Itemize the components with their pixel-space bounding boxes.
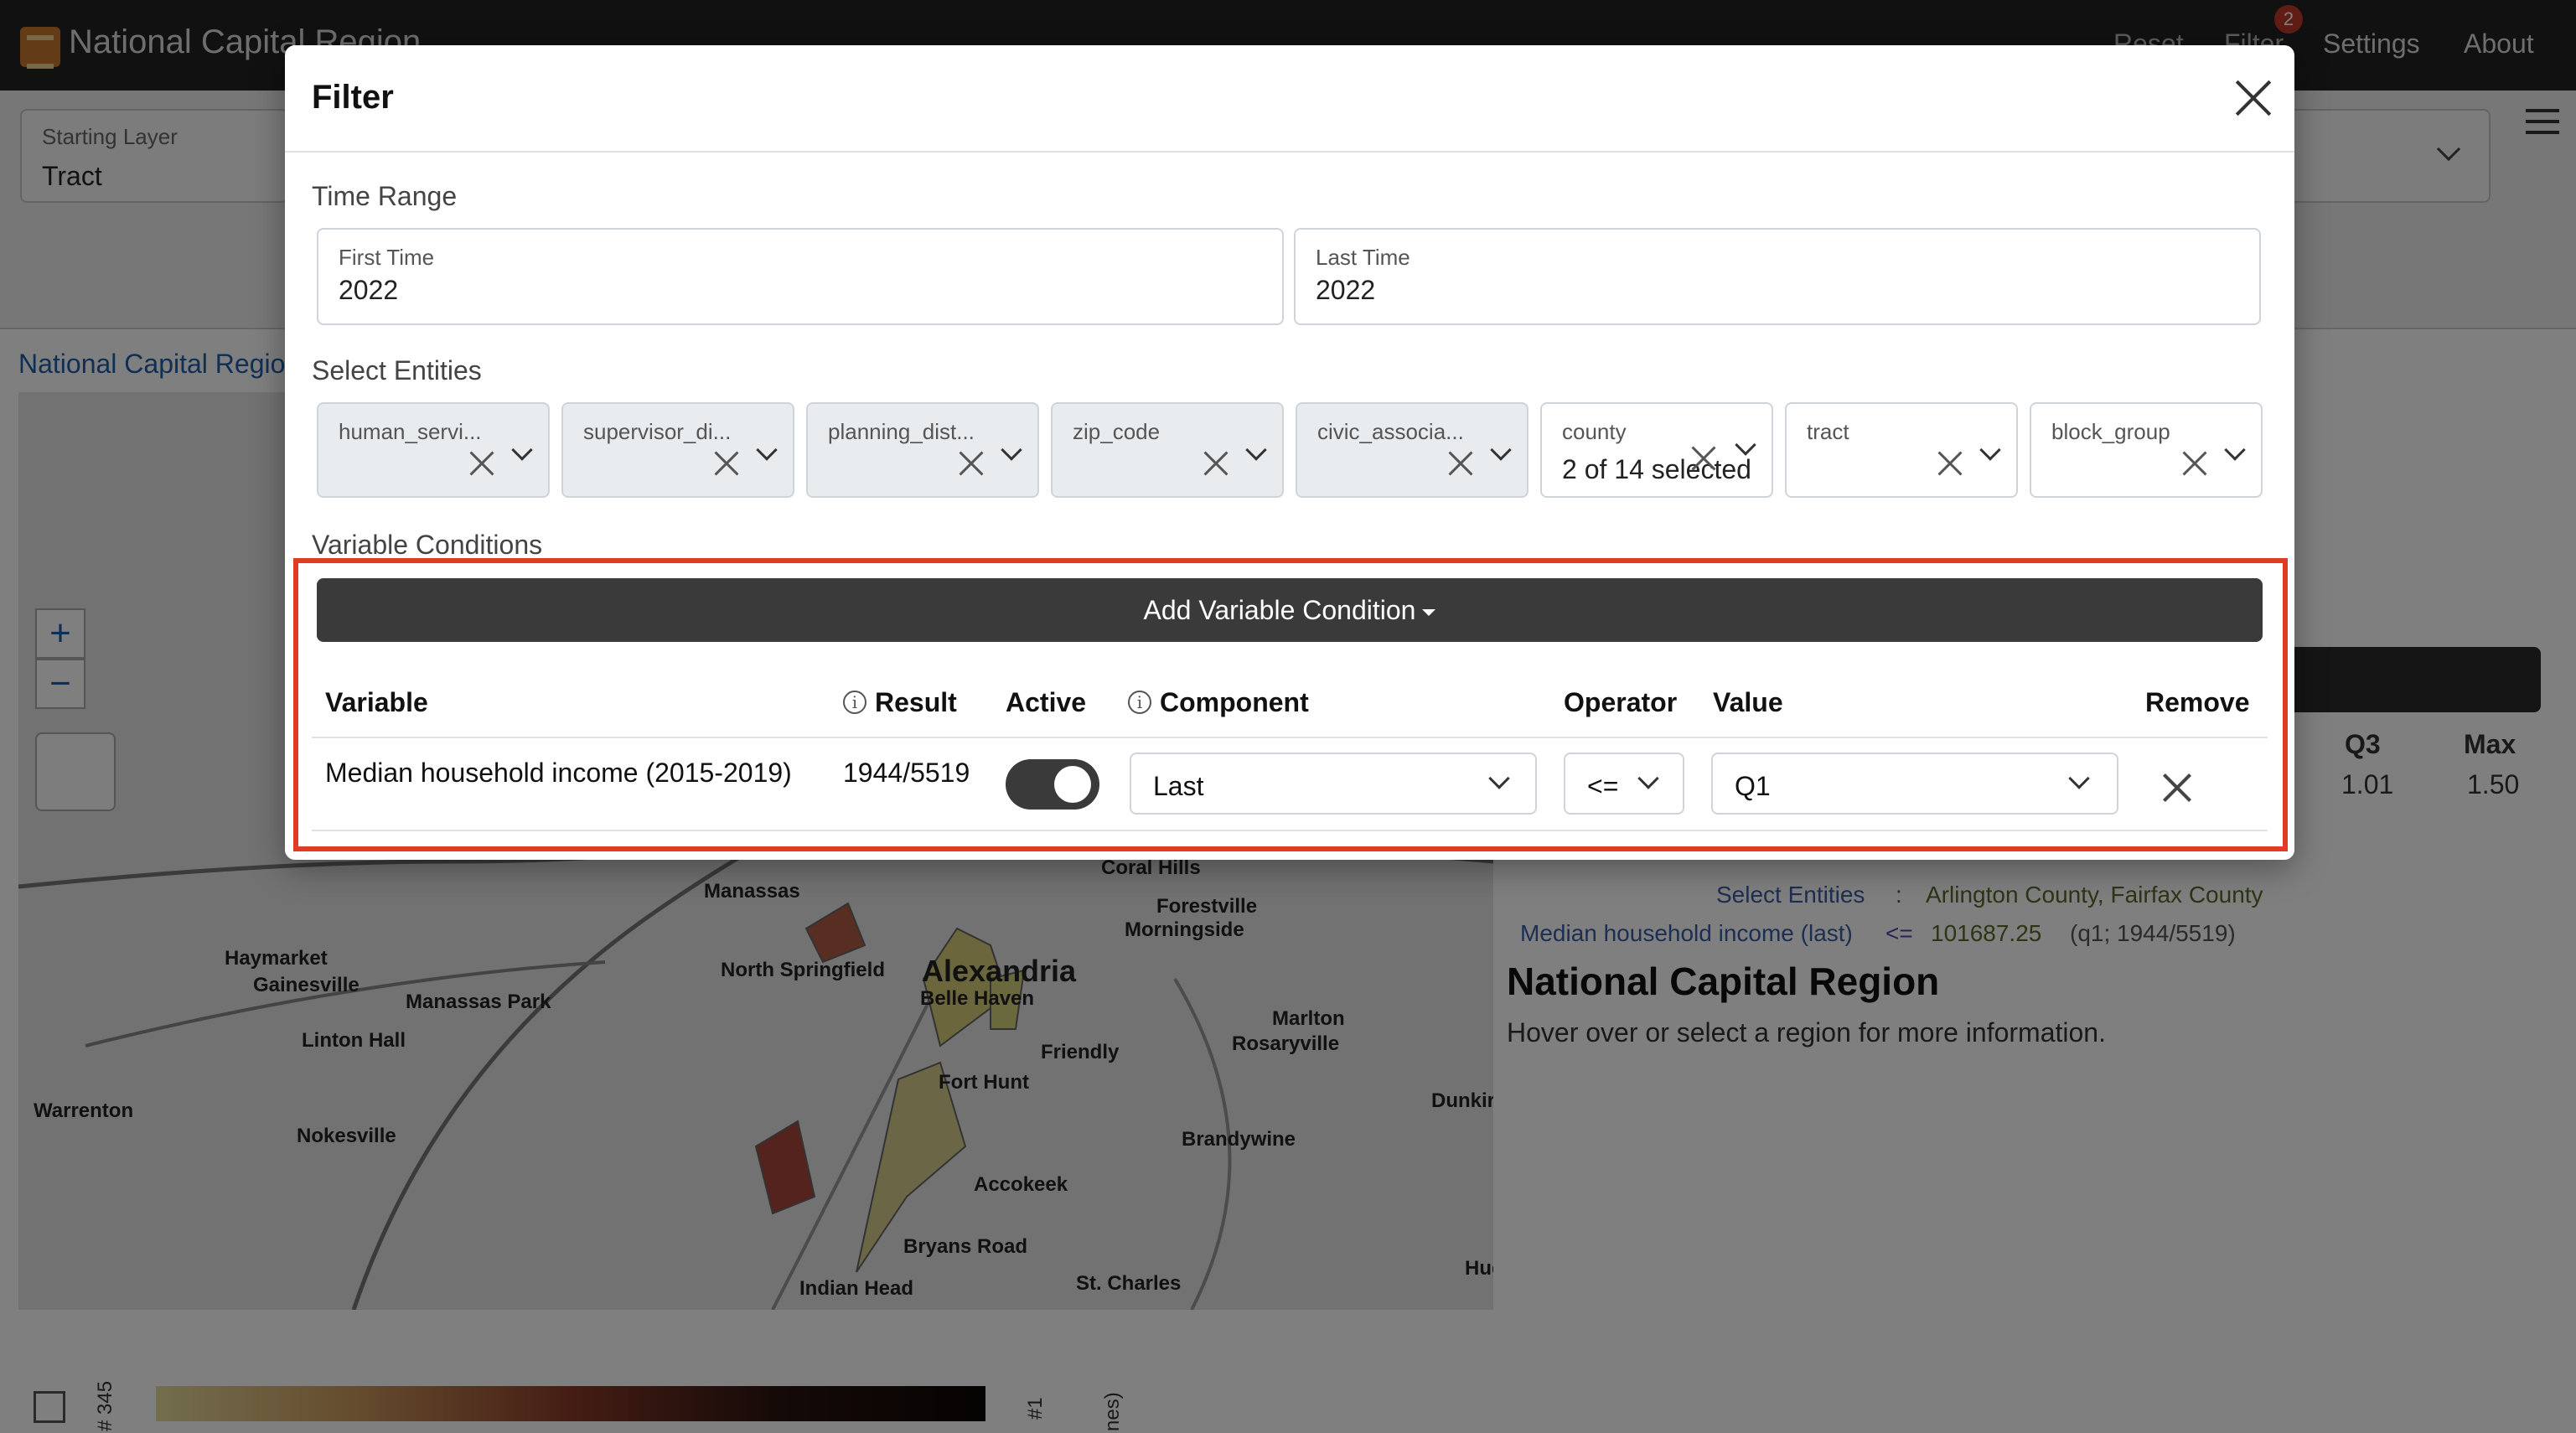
chevron-down-icon xyxy=(511,439,533,461)
last-time-label: Last Time xyxy=(1316,245,1410,270)
table-header-divider xyxy=(312,737,2268,738)
operator-select-value: <= xyxy=(1587,771,1619,801)
col-header-operator: Operator xyxy=(1564,687,1678,717)
entity-value: 2 of 14 selected xyxy=(1562,454,1751,484)
value-select-value: Q1 xyxy=(1735,771,1771,801)
chevron-down-icon xyxy=(2068,768,2090,789)
condition-active-toggle[interactable] xyxy=(1006,759,1099,810)
modal-title: Filter xyxy=(312,79,394,116)
entity-select-zip-code[interactable]: zip_code xyxy=(1051,402,1284,498)
col-header-variable: Variable xyxy=(325,687,428,717)
table-row-divider xyxy=(312,830,2268,831)
chevron-down-icon xyxy=(1001,439,1022,461)
col-header-remove: Remove xyxy=(2145,687,2250,717)
condition-variable: Median household income (2015-2019) xyxy=(325,758,792,788)
col-header-value: Value xyxy=(1713,687,1783,717)
chevron-down-icon xyxy=(1979,439,2001,461)
first-time-field[interactable]: First Time 2022 xyxy=(317,228,1284,325)
variable-conditions-title: Variable Conditions xyxy=(312,530,543,560)
entity-select-county[interactable]: county 2 of 14 selected xyxy=(1540,402,1773,498)
clear-icon[interactable] xyxy=(1691,446,1716,471)
entity-select-tract[interactable]: tract xyxy=(1785,402,2018,498)
entity-select-human-services[interactable]: human_servi... xyxy=(317,402,550,498)
clear-icon[interactable] xyxy=(2182,451,2207,476)
chevron-down-icon xyxy=(2224,439,2246,461)
last-time-field[interactable]: Last Time 2022 xyxy=(1294,228,2261,325)
col-header-component-label: Component xyxy=(1160,687,1309,717)
time-range-title: Time Range xyxy=(312,181,458,211)
entity-label: planning_dist... xyxy=(828,419,975,444)
condition-result: 1944/5519 xyxy=(843,758,970,788)
chevron-down-icon xyxy=(1637,768,1659,789)
close-button[interactable] xyxy=(2232,77,2274,119)
clear-icon[interactable] xyxy=(1937,451,1963,476)
last-time-value[interactable]: 2022 xyxy=(1316,275,1375,306)
col-header-result: i Result xyxy=(843,687,957,718)
close-icon xyxy=(2232,77,2274,119)
first-time-label: First Time xyxy=(339,245,435,270)
chevron-down-icon xyxy=(1245,439,1267,461)
first-time-value[interactable]: 2022 xyxy=(339,275,398,306)
info-icon[interactable]: i xyxy=(1128,691,1151,714)
entity-label: county xyxy=(1562,419,1627,444)
col-header-component: i Component xyxy=(1128,687,1309,718)
select-entities-title: Select Entities xyxy=(312,355,482,385)
operator-select[interactable]: <= xyxy=(1564,753,1684,815)
add-variable-condition-button[interactable]: Add Variable Condition xyxy=(317,578,2263,642)
entity-label: block_group xyxy=(2051,419,2170,444)
entity-select-civic-association[interactable]: civic_associa... xyxy=(1296,402,1529,498)
entity-label: tract xyxy=(1807,419,1849,444)
entity-label: zip_code xyxy=(1073,419,1161,444)
col-header-active: Active xyxy=(1006,687,1087,717)
value-select[interactable]: Q1 xyxy=(1711,753,2118,815)
add-variable-condition-label: Add Variable Condition xyxy=(1143,595,1416,625)
clear-icon[interactable] xyxy=(959,451,984,476)
component-select-value: Last xyxy=(1153,771,1204,801)
entity-select-block-group[interactable]: block_group xyxy=(2030,402,2263,498)
clear-icon[interactable] xyxy=(469,451,494,476)
clear-icon[interactable] xyxy=(714,451,739,476)
info-icon[interactable]: i xyxy=(843,691,866,714)
clear-icon[interactable] xyxy=(1448,451,1473,476)
entity-select-planning-district[interactable]: planning_dist... xyxy=(806,402,1039,498)
entity-select-supervisor-district[interactable]: supervisor_di... xyxy=(561,402,794,498)
close-icon xyxy=(2162,773,2192,803)
entity-label: civic_associa... xyxy=(1317,419,1464,444)
toggle-knob xyxy=(1054,766,1091,803)
chevron-down-icon xyxy=(756,439,778,461)
chevron-down-icon xyxy=(1735,434,1756,456)
chevron-down-icon xyxy=(1490,439,1512,461)
clear-icon[interactable] xyxy=(1203,451,1229,476)
chevron-down-icon xyxy=(1488,768,1510,789)
modal-header: Filter xyxy=(285,45,2294,153)
col-header-result-label: Result xyxy=(875,687,957,717)
entity-label: human_servi... xyxy=(339,419,482,444)
caret-down-icon xyxy=(1422,608,1436,616)
component-select[interactable]: Last xyxy=(1130,753,1537,815)
remove-condition-button[interactable] xyxy=(2162,773,2192,803)
entity-label: supervisor_di... xyxy=(583,419,732,444)
